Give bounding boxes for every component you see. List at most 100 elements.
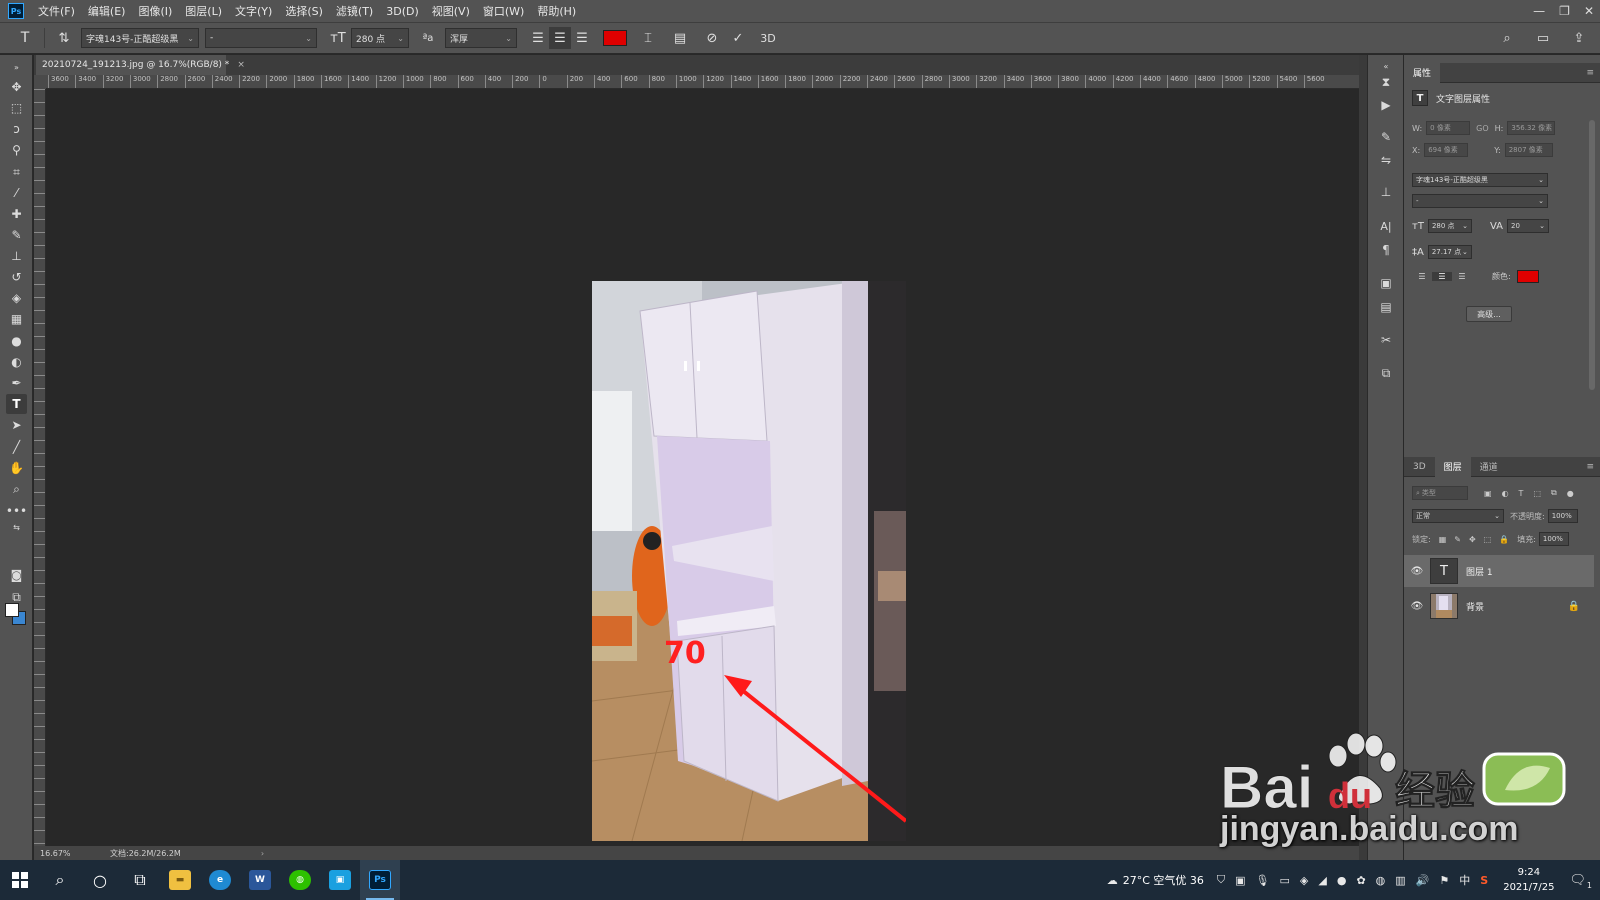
- stamp-tool-icon[interactable]: ⊥: [6, 246, 27, 266]
- fill-field[interactable]: 100%: [1538, 532, 1569, 546]
- sogou-ime-icon[interactable]: S: [1480, 874, 1488, 887]
- menu-3d[interactable]: 3D(D): [386, 5, 419, 18]
- file-explorer-app[interactable]: ▬: [160, 860, 200, 900]
- font-family-select[interactable]: 字魂143号-正酷超级黑 ⌄: [81, 28, 199, 48]
- menu-layer[interactable]: 图层(L): [185, 3, 222, 19]
- panel-menu-icon[interactable]: ≡: [1586, 68, 1594, 78]
- align-center-icon[interactable]: ☰: [549, 27, 571, 49]
- security-shield-icon[interactable]: ⛉: [1217, 873, 1225, 887]
- photoshop-app[interactable]: Ps: [360, 860, 400, 900]
- blur-tool-icon[interactable]: ●: [6, 331, 27, 351]
- ime-flag-icon[interactable]: ⚑: [1439, 874, 1449, 887]
- screenshot-app[interactable]: ▣: [320, 860, 360, 900]
- filter-adjustment-icon[interactable]: ◐: [1502, 489, 1509, 498]
- height-field[interactable]: 356.32 像素: [1507, 121, 1556, 135]
- lock-image-icon[interactable]: ✎: [1454, 535, 1461, 544]
- layer-row-text[interactable]: 👁 T 图层 1: [1404, 555, 1594, 587]
- microphone-icon[interactable]: 🎙: [1256, 874, 1270, 887]
- task-view-icon[interactable]: ⧉: [120, 860, 160, 900]
- layer-filter-select[interactable]: ⌕ 类型: [1412, 486, 1468, 500]
- share-icon[interactable]: ⇪: [1568, 27, 1590, 49]
- windows-start-icon[interactable]: [0, 860, 40, 900]
- visibility-eye-icon[interactable]: 👁: [1404, 601, 1430, 612]
- document-tab[interactable]: 20210724_191213.jpg @ 16.7%(RGB/8) * ×: [36, 55, 245, 75]
- ruler-origin[interactable]: [34, 75, 46, 89]
- network-icon[interactable]: ▥: [1395, 874, 1405, 887]
- prop-align-left-icon[interactable]: ☰: [1412, 272, 1432, 281]
- align-right-icon[interactable]: ☰: [571, 27, 593, 49]
- properties-scrollbar[interactable]: [1589, 120, 1595, 390]
- panel-menu-icon[interactable]: ≡: [1586, 462, 1594, 472]
- search-icon[interactable]: ⌕: [40, 860, 80, 900]
- character-panel-icon[interactable]: A|: [1376, 217, 1396, 235]
- layer-name[interactable]: 背景: [1466, 600, 1484, 613]
- cancel-edit-icon[interactable]: ⊘: [701, 27, 723, 49]
- weather-text[interactable]: 27°C 空气优 36: [1123, 872, 1204, 888]
- record-icon[interactable]: ●: [1337, 874, 1347, 887]
- swap-colors-icon[interactable]: ⇆: [6, 521, 27, 533]
- clone-source-icon[interactable]: ⊥: [1376, 183, 1396, 201]
- prop-font-style-select[interactable]: - ⌄: [1412, 194, 1548, 208]
- prop-color-swatch[interactable]: [1516, 270, 1539, 283]
- menu-help[interactable]: 帮助(H): [537, 3, 576, 19]
- tab-properties[interactable]: 属性: [1404, 62, 1441, 83]
- menu-filter[interactable]: 滤镜(T): [336, 3, 373, 19]
- lock-all-icon[interactable]: 🔒: [1499, 535, 1509, 544]
- canvas-area[interactable]: 70: [47, 90, 1359, 846]
- minimize-icon[interactable]: —: [1533, 4, 1545, 18]
- foreground-color-swatch[interactable]: [5, 603, 19, 617]
- nvidia-icon[interactable]: ◢: [1318, 874, 1326, 887]
- character-styles-icon[interactable]: ▣: [1376, 274, 1396, 292]
- menu-file[interactable]: 文件(F): [38, 3, 75, 19]
- clock[interactable]: 9:24 2021/7/25: [1503, 865, 1554, 895]
- layer-row-background[interactable]: 👁 背景 🔒: [1404, 590, 1594, 622]
- lock-position-icon[interactable]: ✥: [1469, 535, 1476, 544]
- app-tray-icon[interactable]: ▣: [1235, 874, 1245, 887]
- type-tool-preset-icon[interactable]: T: [14, 27, 36, 49]
- brush-settings-icon[interactable]: ✎: [1376, 128, 1396, 146]
- filter-pixel-icon[interactable]: ▣: [1484, 489, 1492, 498]
- search-icon[interactable]: ⌕: [1496, 27, 1518, 49]
- type-tool-icon[interactable]: T: [6, 394, 27, 414]
- filter-smart-icon[interactable]: ⧉: [1551, 488, 1557, 498]
- menu-edit[interactable]: 编辑(E): [88, 3, 126, 19]
- weather-icon[interactable]: ☁: [1107, 874, 1118, 887]
- edge-app[interactable]: e: [200, 860, 240, 900]
- history-panel-icon[interactable]: ⧗: [1376, 73, 1396, 91]
- document-image[interactable]: 70: [592, 281, 906, 841]
- link-icon[interactable]: GO: [1476, 124, 1489, 133]
- marquee-tool-icon[interactable]: ⬚: [6, 98, 27, 118]
- hand-tool-icon[interactable]: ✋: [6, 458, 27, 478]
- menu-select[interactable]: 选择(S): [285, 3, 323, 19]
- blend-mode-select[interactable]: 正常 ⌄: [1412, 509, 1504, 523]
- wechat-tray-icon[interactable]: ◍: [1376, 874, 1386, 887]
- tab-layers[interactable]: 图层: [1434, 456, 1471, 477]
- eyedropper-tool-icon[interactable]: ⁄: [6, 183, 27, 203]
- actions-panel-icon[interactable]: ▶: [1376, 96, 1396, 114]
- magic-wand-tool-icon[interactable]: ⚲: [6, 140, 27, 160]
- zoom-level[interactable]: 16.67%: [34, 849, 94, 858]
- menu-type[interactable]: 文字(Y): [235, 3, 272, 19]
- leading-select[interactable]: 27.17 点 ⌄: [1427, 245, 1472, 259]
- move-tool-icon[interactable]: ✥: [6, 77, 27, 97]
- lock-transparent-icon[interactable]: ▦: [1439, 535, 1447, 544]
- tracking-select[interactable]: 20 ⌄: [1506, 219, 1549, 233]
- zoom-tool-icon[interactable]: ⌕: [6, 479, 27, 499]
- filter-toggle-icon[interactable]: ●: [1567, 489, 1574, 498]
- quick-mask-icon[interactable]: ◙: [6, 565, 27, 585]
- visibility-eye-icon[interactable]: 👁: [1404, 566, 1430, 577]
- commit-edit-icon[interactable]: ✓: [727, 27, 749, 49]
- history-brush-tool-icon[interactable]: ↺: [6, 267, 27, 287]
- display-icon[interactable]: ▭: [1280, 874, 1290, 887]
- lasso-tool-icon[interactable]: ↄ: [6, 119, 27, 139]
- warp-text-icon[interactable]: ⌶: [637, 27, 659, 49]
- text-color-swatch[interactable]: [603, 30, 627, 46]
- restore-icon[interactable]: ❐: [1559, 4, 1570, 18]
- character-panel-icon[interactable]: ▤: [669, 27, 691, 49]
- pen-tool-icon[interactable]: ✒: [6, 373, 27, 393]
- volume-icon[interactable]: 🔊: [1416, 874, 1430, 887]
- ime-indicator[interactable]: 中: [1459, 872, 1470, 888]
- cortana-icon[interactable]: ○: [80, 860, 120, 900]
- prop-align-center-icon[interactable]: ☰: [1432, 272, 1452, 281]
- photoshop-logo-icon[interactable]: Ps: [8, 3, 24, 19]
